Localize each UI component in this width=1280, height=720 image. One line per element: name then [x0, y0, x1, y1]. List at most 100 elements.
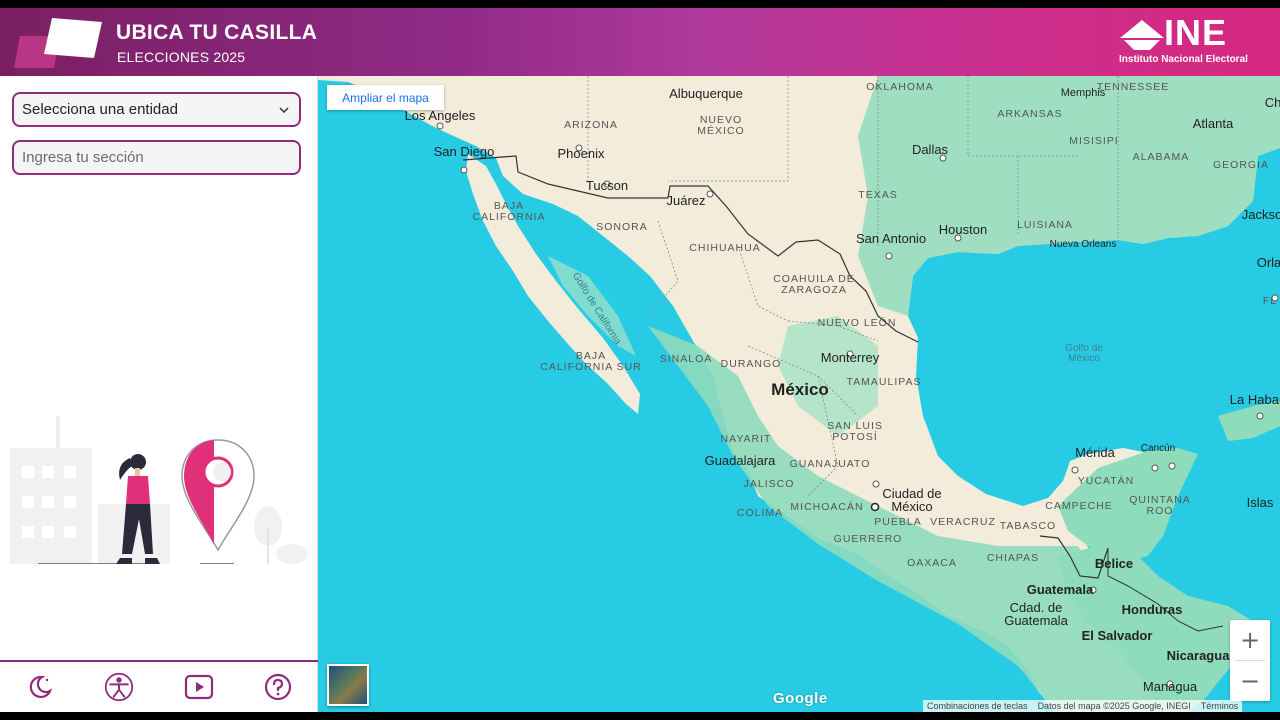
- map-label-yucatan: YUCATÁN: [1077, 475, 1135, 487]
- map-label-oaxaca: OAXACA: [907, 557, 957, 569]
- map-label-guatemala: Guatemala: [1026, 582, 1094, 597]
- map-label-chihuahua: CHIHUAHUA: [689, 242, 761, 254]
- map-view[interactable]: OKLAHOMA TENNESSEE Memphis Ch ARKANSAS A…: [318, 76, 1280, 712]
- video-button[interactable]: [184, 672, 214, 702]
- map-label-chiapas: CHIAPAS: [986, 552, 1040, 564]
- map-label-nueva-orleans: Nueva Orleans: [1049, 239, 1117, 250]
- map-label-albuquerque: Albuquerque: [669, 86, 743, 101]
- map-label-campeche: CAMPECHE: [1045, 500, 1113, 512]
- google-logo: Google: [773, 690, 828, 707]
- map-label-misisipi: MISISIPI: [1069, 135, 1119, 147]
- map-label-quintana-roo: QUINTANA ROO: [1129, 494, 1191, 517]
- map-label-honduras: Honduras: [1121, 602, 1183, 617]
- map-label-golfo-mexico: Golfo de México: [1065, 343, 1103, 364]
- map-label-guanajuato: GUANAJUATO: [789, 458, 871, 470]
- map-label-phoenix: Phoenix: [557, 146, 605, 161]
- map-label-coahuila: COAHUILA DE ZARAGOZA: [773, 273, 855, 296]
- ballot-box-icon: [14, 18, 102, 68]
- map-label-juarez: Juárez: [666, 193, 706, 208]
- map-label-cdad-guatemala: Cdad. de Guatemala: [1004, 600, 1068, 628]
- map-label-oklahoma: OKLAHOMA: [866, 81, 934, 93]
- map-label-alabama: ALABAMA: [1132, 151, 1190, 163]
- map-label-luisiana: LUISIANA: [1017, 219, 1073, 231]
- map-label-arizona: ARIZONA: [564, 119, 618, 131]
- map-label-san-luis-potosi: SAN LUIS POTOSÍ: [827, 420, 883, 443]
- map-label-la-habana: La Haban: [1229, 392, 1280, 407]
- app-window: UBICA TU CASILLA ELECCIONES 2025 INE Ins…: [0, 8, 1280, 712]
- zoom-out-button[interactable]: −: [1230, 661, 1270, 701]
- keyboard-shortcuts-link[interactable]: Combinaciones de teclas: [927, 701, 1028, 711]
- moon-icon: [29, 675, 53, 698]
- map-label-sonora: SONORA: [596, 221, 648, 233]
- map-label-san-diego: San Diego: [433, 144, 495, 159]
- map-label-tamaulipas: TAMAULIPAS: [846, 376, 922, 388]
- map-label-baja-california-sur: BAJA CALIFORNIA SUR: [540, 350, 642, 373]
- map-label-managua: Managua: [1142, 679, 1198, 694]
- satellite-view-toggle[interactable]: [327, 664, 369, 706]
- map-label-nicaragua: Nicaragua: [1166, 648, 1230, 663]
- dark-mode-button[interactable]: [25, 672, 55, 702]
- map-label-guadalajara: Guadalajara: [704, 453, 776, 468]
- accessibility-button[interactable]: [104, 672, 134, 702]
- map-label-michoacan: MICHOACÁN: [790, 501, 864, 513]
- ine-logo: INE Instituto Nacional Electoral: [1118, 12, 1268, 68]
- enlarge-map-button[interactable]: Ampliar el mapa: [327, 85, 444, 110]
- map-label-veracruz: VERACRUZ: [930, 516, 996, 528]
- zoom-controls: + −: [1230, 620, 1270, 701]
- map-data-credit: Datos del mapa ©2025 Google, INEGI: [1037, 701, 1191, 711]
- chevron-down-icon: [279, 106, 289, 113]
- ine-logo-text: INE: [1164, 12, 1228, 53]
- woman-with-location-pin-illustration: [10, 416, 308, 564]
- map-label-guerrero: GUERRERO: [833, 533, 903, 545]
- map-label-atlanta: Atlanta: [1192, 116, 1234, 131]
- entity-select[interactable]: Selecciona una entidad: [12, 92, 301, 127]
- accessibility-icon: [105, 672, 134, 702]
- map-label-arkansas: ARKANSAS: [997, 108, 1063, 120]
- map-label-jalisco: JALISCO: [743, 478, 795, 490]
- map-label-texas: TEXAS: [858, 189, 898, 201]
- section-input[interactable]: [12, 140, 301, 175]
- map-label-belice: Belice: [1094, 556, 1134, 571]
- map-label-islas: Islas: [1246, 495, 1274, 510]
- map-label-georgia: GEORGIA: [1212, 159, 1270, 171]
- map-label-san-antonio: San Antonio: [855, 231, 927, 246]
- map-label-mexico: México: [771, 380, 829, 399]
- help-button[interactable]: [263, 672, 293, 702]
- map-label-durango: DURANGO: [720, 358, 782, 370]
- help-icon: [265, 673, 292, 701]
- map-label-colima: COLIMA: [736, 507, 784, 519]
- ine-logo-icon: [1120, 20, 1164, 50]
- map-label-nuevo-mexico: NUEVO MÉXICO: [697, 114, 745, 137]
- map-label-cancun: Cancún: [1140, 443, 1176, 454]
- map-label-merida: Mérida: [1075, 445, 1115, 460]
- map-label-el-salvador: El Salvador: [1081, 628, 1153, 643]
- map-label-memphis: Memphis: [1060, 87, 1106, 99]
- bottom-toolbar: [0, 660, 318, 712]
- page-subtitle: ELECCIONES 2025: [117, 49, 246, 65]
- entity-select-value: Selecciona una entidad: [22, 101, 178, 118]
- map-label-tennessee: TENNESSEE: [1096, 81, 1170, 93]
- map-label-nayarit: NAYARIT: [720, 433, 772, 445]
- map-label-sinaloa: SINALOA: [659, 353, 713, 365]
- map-label-nuevo-leon: NUEVO LEÓN: [817, 317, 897, 329]
- map-label-dallas: Dallas: [911, 142, 949, 157]
- map-label-jackso: Jackso: [1241, 207, 1280, 222]
- map-label-ch: Ch: [1264, 95, 1280, 110]
- map-label-monterrey: Monterrey: [820, 350, 880, 365]
- terms-link[interactable]: Términos: [1201, 701, 1239, 711]
- map-label-baja-california: BAJA CALIFORNIA: [472, 200, 546, 223]
- map-label-tucson: Tucson: [585, 178, 629, 193]
- map-label-ciudad-de-mexico: Ciudad de México: [882, 486, 942, 514]
- map-label-orla: Orla: [1256, 255, 1280, 270]
- map-label-puebla: PUEBLA: [874, 516, 922, 528]
- sidebar: Selecciona una entidad: [0, 76, 318, 712]
- video-play-icon: [184, 674, 213, 700]
- map-label-tabasco: TABASCO: [999, 520, 1057, 532]
- zoom-in-button[interactable]: +: [1230, 620, 1270, 660]
- map-label-houston: Houston: [938, 222, 988, 237]
- page-title: UBICA TU CASILLA: [116, 21, 318, 44]
- map-label-los-angeles: Los Angeles: [404, 108, 476, 123]
- header-bar: UBICA TU CASILLA ELECCIONES 2025 INE Ins…: [0, 8, 1280, 76]
- ine-logo-subtext: Instituto Nacional Electoral: [1119, 54, 1248, 65]
- map-attribution: Combinaciones de teclas Datos del mapa ©…: [923, 700, 1243, 712]
